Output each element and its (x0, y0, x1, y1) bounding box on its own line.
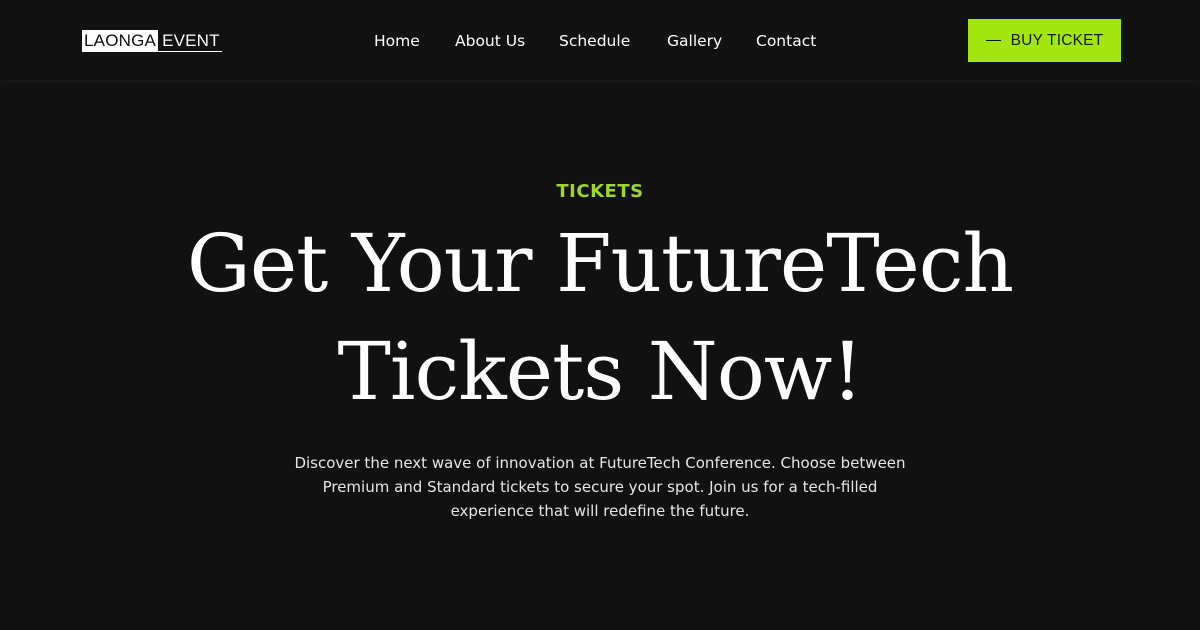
buy-ticket-label: BUY TICKET (1010, 31, 1104, 49)
header-divider (1, 80, 1199, 83)
nav-item-about-us[interactable]: About Us (455, 30, 525, 52)
dash-icon (985, 39, 1001, 42)
site-header: LAONGA EVENT Home About Us Schedule Gall… (1, 0, 1199, 80)
hero-headline-line-1: Get Your FutureTech (186, 217, 1014, 310)
site-logo[interactable]: LAONGA EVENT (82, 30, 222, 52)
nav-item-home[interactable]: Home (374, 30, 420, 52)
hero-description: Discover the next wave of innovation at … (294, 454, 906, 520)
logo-text-primary: LAONGA (82, 30, 159, 52)
hero-headline-line-2: Tickets Now! (337, 325, 864, 418)
buy-ticket-button[interactable]: BUY TICKET (968, 19, 1121, 62)
nav-item-schedule[interactable]: Schedule (559, 30, 630, 52)
hero-headline: Get Your FutureTech Tickets Now! (1, 210, 1199, 426)
nav-item-gallery[interactable]: Gallery (667, 30, 722, 52)
section-eyebrow: TICKETS (556, 181, 644, 202)
logo-text-secondary: EVENT (158, 30, 222, 52)
nav-item-contact[interactable]: Contact (756, 30, 816, 52)
page: LAONGA EVENT Home About Us Schedule Gall… (1, 0, 1199, 629)
